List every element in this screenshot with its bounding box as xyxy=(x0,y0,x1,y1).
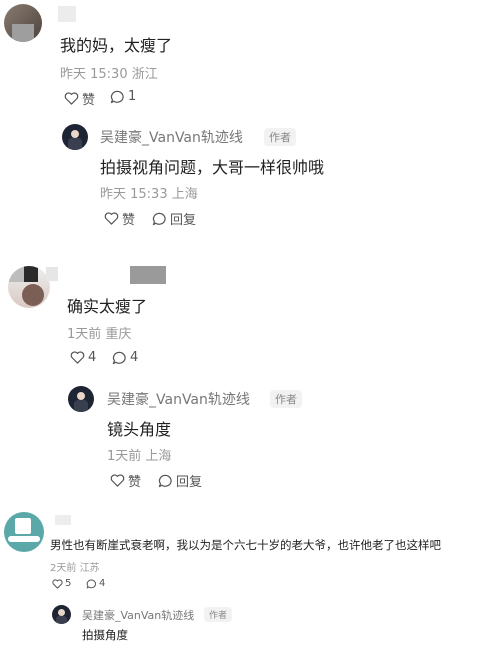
comment-bubble-icon xyxy=(86,578,97,589)
comment-meta: 2天前 江苏 xyxy=(50,559,100,574)
comment-location: 浙江 xyxy=(131,67,158,82)
heart-icon xyxy=(64,92,79,105)
comment-time: 昨天 15:30 xyxy=(60,67,128,82)
reply-author[interactable]: 吴建豪_VanVan轨迹线 xyxy=(82,607,194,623)
heart-icon xyxy=(52,578,63,589)
comment-meta: 1天前 重庆 xyxy=(67,323,131,342)
comment-time: 1天前 xyxy=(67,327,102,342)
comment-text: 我的妈，太瘦了 xyxy=(60,36,173,55)
heart-icon xyxy=(110,474,125,487)
like-button[interactable]: 赞 xyxy=(104,209,135,228)
like-count: 4 xyxy=(88,350,97,365)
comment-meta: 昨天 15:30 浙江 xyxy=(60,63,158,82)
reply-label: 回复 xyxy=(170,213,197,228)
reply-button[interactable]: 回复 xyxy=(152,209,196,228)
reply-count: 4 xyxy=(99,578,106,589)
reply-text: 拍摄视角问题，大哥一样很帅哦 xyxy=(100,158,325,177)
author-avatar[interactable] xyxy=(52,605,71,624)
author-avatar[interactable] xyxy=(62,124,88,150)
comment-time: 2天前 xyxy=(50,563,77,574)
author-badge: 作者 xyxy=(264,128,296,146)
reply-author[interactable]: 吴建豪_VanVan轨迹线 xyxy=(100,127,243,147)
comment-text: 男性也有断崖式衰老啊，我以为是个六七十岁的老大爷，也许他老了也这样吧 xyxy=(50,538,441,552)
username-redacted[interactable] xyxy=(130,266,166,284)
user-avatar[interactable] xyxy=(4,4,42,42)
reply-count-button[interactable]: 1 xyxy=(110,89,136,104)
user-avatar[interactable] xyxy=(8,266,50,308)
reply-label: 回复 xyxy=(176,475,203,490)
heart-icon xyxy=(70,351,85,364)
like-label: 赞 xyxy=(128,475,142,490)
username-redacted[interactable] xyxy=(58,6,76,22)
like-count: 5 xyxy=(65,578,72,589)
username-redacted[interactable] xyxy=(46,267,58,281)
reply-location: 上海 xyxy=(171,187,198,202)
author-badge: 作者 xyxy=(270,390,302,408)
reply-text: 镜头角度 xyxy=(107,420,172,439)
comment-bubble-icon xyxy=(158,474,173,488)
comment-text: 确实太瘦了 xyxy=(67,297,148,316)
like-label: 赞 xyxy=(82,93,96,108)
like-button[interactable]: 5 xyxy=(52,578,71,589)
author-badge: 作者 xyxy=(204,607,233,622)
comment-location: 重庆 xyxy=(105,327,132,342)
comment-bubble-icon xyxy=(152,212,167,226)
comment-location: 江苏 xyxy=(79,563,100,574)
username-redacted[interactable] xyxy=(55,515,71,525)
reply-count-button[interactable]: 4 xyxy=(86,578,105,589)
like-button[interactable]: 4 xyxy=(70,350,96,365)
reply-meta: 1天前 上海 xyxy=(107,445,171,464)
author-avatar[interactable] xyxy=(68,386,94,412)
reply-author[interactable]: 吴建豪_VanVan轨迹线 xyxy=(107,389,250,409)
reply-count-button[interactable]: 4 xyxy=(112,350,138,365)
reply-meta: 昨天 15:33 上海 xyxy=(100,183,198,202)
reply-count: 4 xyxy=(130,350,139,365)
comment-bubble-icon xyxy=(112,351,127,365)
like-label: 赞 xyxy=(122,213,136,228)
like-button[interactable]: 赞 xyxy=(64,89,95,108)
reply-count: 1 xyxy=(128,89,137,104)
reply-time: 1天前 xyxy=(107,449,142,464)
comment-bubble-icon xyxy=(110,90,125,104)
reply-time: 昨天 15:33 xyxy=(100,187,168,202)
user-avatar[interactable] xyxy=(4,512,44,552)
reply-text: 拍摄角度 xyxy=(82,628,128,642)
reply-button[interactable]: 回复 xyxy=(158,471,202,490)
reply-location: 上海 xyxy=(145,449,172,464)
like-button[interactable]: 赞 xyxy=(110,471,141,490)
heart-icon xyxy=(104,212,119,225)
